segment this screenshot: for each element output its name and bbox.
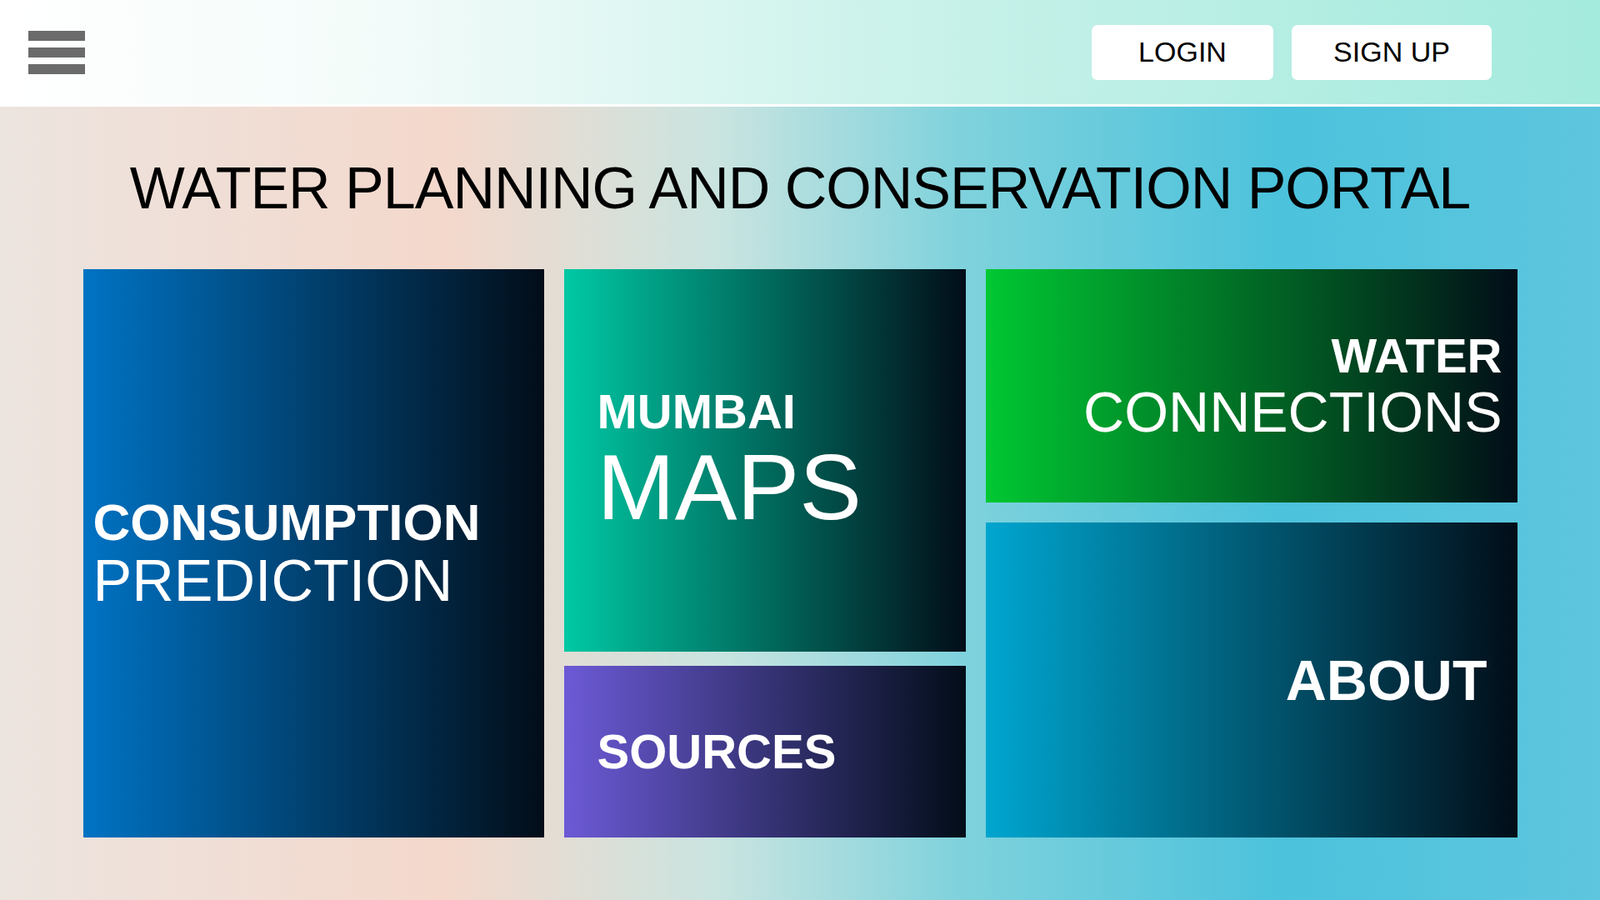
tile-column: WATERCONNECTIONS ABOUT [985, 269, 1518, 838]
tile-grid: CONSUMPTIONPREDICTIONMUMBAIMAPSSOURCESWA… [83, 269, 1518, 838]
menu-icon [28, 30, 85, 75]
tile-title: ABOUT [1285, 649, 1488, 712]
tile-column: CONSUMPTIONPREDICTION [83, 269, 545, 838]
page-title: WATER PLANNING AND CONSERVATION PORTAL [130, 156, 1471, 221]
mumbai-maps-tile[interactable]: MUMBAIMAPS [564, 269, 966, 652]
tile-title: MUMBAI [597, 385, 796, 439]
consumption-prediction-tile[interactable]: CONSUMPTIONPREDICTION [83, 269, 545, 838]
signup-button[interactable]: SIGN UP [1291, 25, 1492, 80]
tile-title: WATER [1330, 329, 1502, 383]
tile-title: CONSUMPTION [93, 494, 481, 551]
water-connections-tile[interactable]: WATERCONNECTIONS [985, 269, 1518, 503]
tile-subtitle: PREDICTION [93, 550, 454, 613]
tile-title: SOURCES [597, 725, 837, 779]
auth-buttons: LOGIN SIGN UP [1091, 25, 1492, 80]
header: LOGIN SIGN UP [0, 0, 1600, 107]
login-button[interactable]: LOGIN [1091, 25, 1274, 80]
tile-column: MUMBAIMAPS SOURCES [564, 269, 966, 838]
tile-subtitle: CONNECTIONS [1083, 382, 1502, 442]
menu-button[interactable] [28, 25, 99, 80]
page: LOGIN SIGN UP WATER PLANNING AND CONSERVAT… [0, 0, 1600, 900]
about-tile[interactable]: ABOUT [985, 522, 1518, 838]
tile-subtitle: MAPS [597, 438, 862, 537]
sources-tile[interactable]: SOURCES [564, 665, 966, 838]
main: WATER PLANNING AND CONSERVATION PORTAL CO… [0, 106, 1600, 900]
